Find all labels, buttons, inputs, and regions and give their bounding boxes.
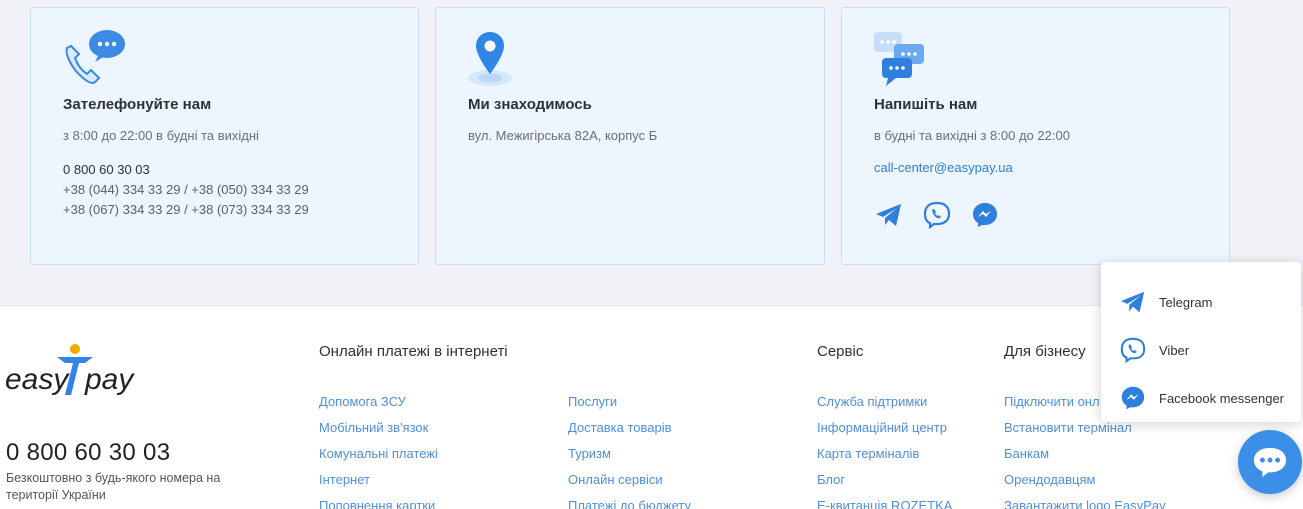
service-title: Сервіс — [817, 343, 864, 360]
popup-item-label: Facebook messenger — [1159, 390, 1285, 406]
chat-popup: Telegram Viber Facebook messenger — [1101, 262, 1301, 422]
footer-link[interactable]: Послуги — [568, 394, 691, 420]
write-title: Напишіть нам — [874, 96, 978, 113]
online-payments-col1: Допомога ЗСУ Мобільний зв'язок Комунальн… — [319, 394, 438, 509]
telegram-icon[interactable] — [874, 201, 904, 229]
chat-bubble-icon — [1253, 447, 1287, 478]
easypay-logo[interactable]: easy pay — [5, 343, 145, 405]
map-pin-icon — [468, 32, 512, 86]
footer-link[interactable]: Платежі до бюджету — [568, 498, 691, 509]
online-payments-title: Онлайн платежі в інтернеті — [319, 343, 508, 360]
footer-link[interactable]: Допомога ЗСУ — [319, 394, 438, 420]
location-title: Ми знаходимось — [468, 96, 592, 113]
address: вул. Межигірська 82А, корпус Б — [468, 128, 658, 143]
footer-link[interactable]: Встановити термінал — [1004, 420, 1166, 446]
svg-text:pay: pay — [84, 363, 135, 396]
service-col: Служба підтримки Інформаційний центр Кар… — [817, 394, 952, 509]
business-title: Для бізнесу — [1004, 343, 1086, 360]
footer-link[interactable]: Інформаційний центр — [817, 420, 952, 446]
popup-viber[interactable]: Viber — [1101, 326, 1301, 374]
footer-link[interactable]: Інтернет — [319, 472, 438, 498]
social-links — [874, 201, 1000, 230]
footer-link[interactable]: Служба підтримки — [817, 394, 952, 420]
footer-phone[interactable]: 0 800 60 30 03 — [6, 439, 170, 467]
footer-link[interactable]: Карта терміналів — [817, 446, 952, 472]
popup-item-label: Viber — [1159, 342, 1190, 358]
footer-link[interactable]: Завантажити logo EasyPay — [1004, 498, 1166, 509]
footer-phone-note: Безкоштовно з будь-якого номера на терит… — [6, 471, 221, 502]
phone-list: 0 800 60 30 03 +38 (044) 334 33 29 / +38… — [63, 160, 309, 220]
phones-line-2[interactable]: +38 (067) 334 33 29 / +38 (073) 334 33 2… — [63, 200, 309, 220]
footer-link[interactable]: Туризм — [568, 446, 691, 472]
chat-bubbles-icon — [874, 32, 924, 86]
phone-chat-icon — [65, 30, 125, 84]
phones-line-1[interactable]: +38 (044) 334 33 29 / +38 (050) 334 33 2… — [63, 180, 309, 200]
popup-item-label: Telegram — [1159, 294, 1213, 310]
main-phone[interactable]: 0 800 60 30 03 — [63, 160, 309, 180]
messenger-icon[interactable] — [970, 201, 1000, 229]
chat-button[interactable] — [1238, 430, 1302, 494]
location-card: Ми знаходимось вул. Межигірська 82А, кор… — [435, 7, 825, 265]
viber-icon — [1120, 337, 1146, 364]
viber-icon[interactable] — [922, 201, 952, 230]
email-link[interactable]: call-center@easypay.ua — [874, 160, 1013, 175]
popup-messenger[interactable]: Facebook messenger — [1101, 374, 1301, 422]
footer-link[interactable]: Комунальні платежі — [319, 446, 438, 472]
messenger-icon — [1121, 386, 1145, 410]
call-card: Зателефонуйте нам з 8:00 до 22:00 в будн… — [30, 7, 419, 265]
footer-link[interactable]: Онлайн сервіси — [568, 472, 691, 498]
footer-link[interactable]: Поповнення картки — [319, 498, 438, 509]
write-hours: в будні та вихідні з 8:00 до 22:00 — [874, 128, 1070, 143]
footer-link[interactable]: Доставка товарів — [568, 420, 691, 446]
call-hours: з 8:00 до 22:00 в будні та вихідні — [63, 128, 259, 143]
online-payments-col2: Послуги Доставка товарів Туризм Онлайн с… — [568, 394, 691, 509]
write-card: Напишіть нам в будні та вихідні з 8:00 д… — [841, 7, 1230, 265]
footer-link[interactable]: Е-квитанція ROZETKA — [817, 498, 952, 509]
footer-link[interactable]: Орендодавцям — [1004, 472, 1166, 498]
telegram-icon — [1120, 291, 1145, 313]
popup-telegram[interactable]: Telegram — [1101, 278, 1301, 326]
footer-link[interactable]: Мобільний зв'язок — [319, 420, 438, 446]
contacts-section: Зателефонуйте нам з 8:00 до 22:00 в будн… — [0, 0, 1303, 306]
footer-link[interactable]: Блог — [817, 472, 952, 498]
footer-link[interactable]: Банкам — [1004, 446, 1166, 472]
call-title: Зателефонуйте нам — [63, 96, 212, 113]
svg-text:easy: easy — [5, 363, 70, 396]
